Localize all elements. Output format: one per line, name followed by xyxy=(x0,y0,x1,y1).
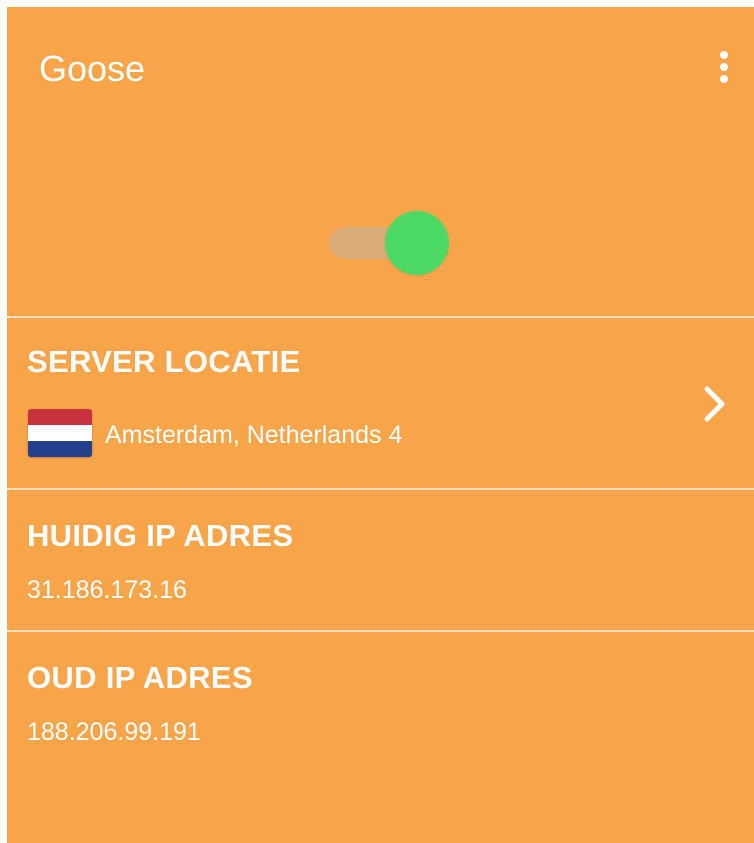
flag-stripe-white xyxy=(28,425,92,441)
old-ip-section: OUD IP ADRES 188.206.99.191 xyxy=(7,632,754,843)
current-ip-title: HUIDIG IP ADRES xyxy=(27,518,294,553)
old-ip-title: OUD IP ADRES xyxy=(27,660,253,695)
header: Goose xyxy=(7,7,754,317)
chevron-right-icon[interactable] xyxy=(702,384,728,424)
toggle-knob xyxy=(385,211,449,275)
netherlands-flag-icon xyxy=(28,409,92,457)
server-location-row[interactable]: SERVER LOCATIE Amsterdam, Netherlands 4 xyxy=(7,318,754,488)
current-ip-section: HUIDIG IP ADRES 31.186.173.16 xyxy=(7,490,754,630)
current-ip-value: 31.186.173.16 xyxy=(27,576,187,604)
app-title: Goose xyxy=(39,48,146,89)
menu-dot xyxy=(720,75,728,83)
menu-dot xyxy=(720,63,728,71)
app-screen: Goose SERVER LOCATIE Amsterdam, Netherla… xyxy=(7,7,754,843)
flag-stripe-blue xyxy=(28,441,92,457)
more-vertical-icon[interactable] xyxy=(712,47,736,87)
server-location-value: Amsterdam, Netherlands 4 xyxy=(105,421,403,449)
vpn-connection-toggle[interactable] xyxy=(329,209,451,275)
old-ip-value: 188.206.99.191 xyxy=(27,718,201,746)
server-location-title: SERVER LOCATIE xyxy=(27,344,301,379)
flag-stripe-red xyxy=(28,409,92,425)
menu-dot xyxy=(720,51,728,59)
